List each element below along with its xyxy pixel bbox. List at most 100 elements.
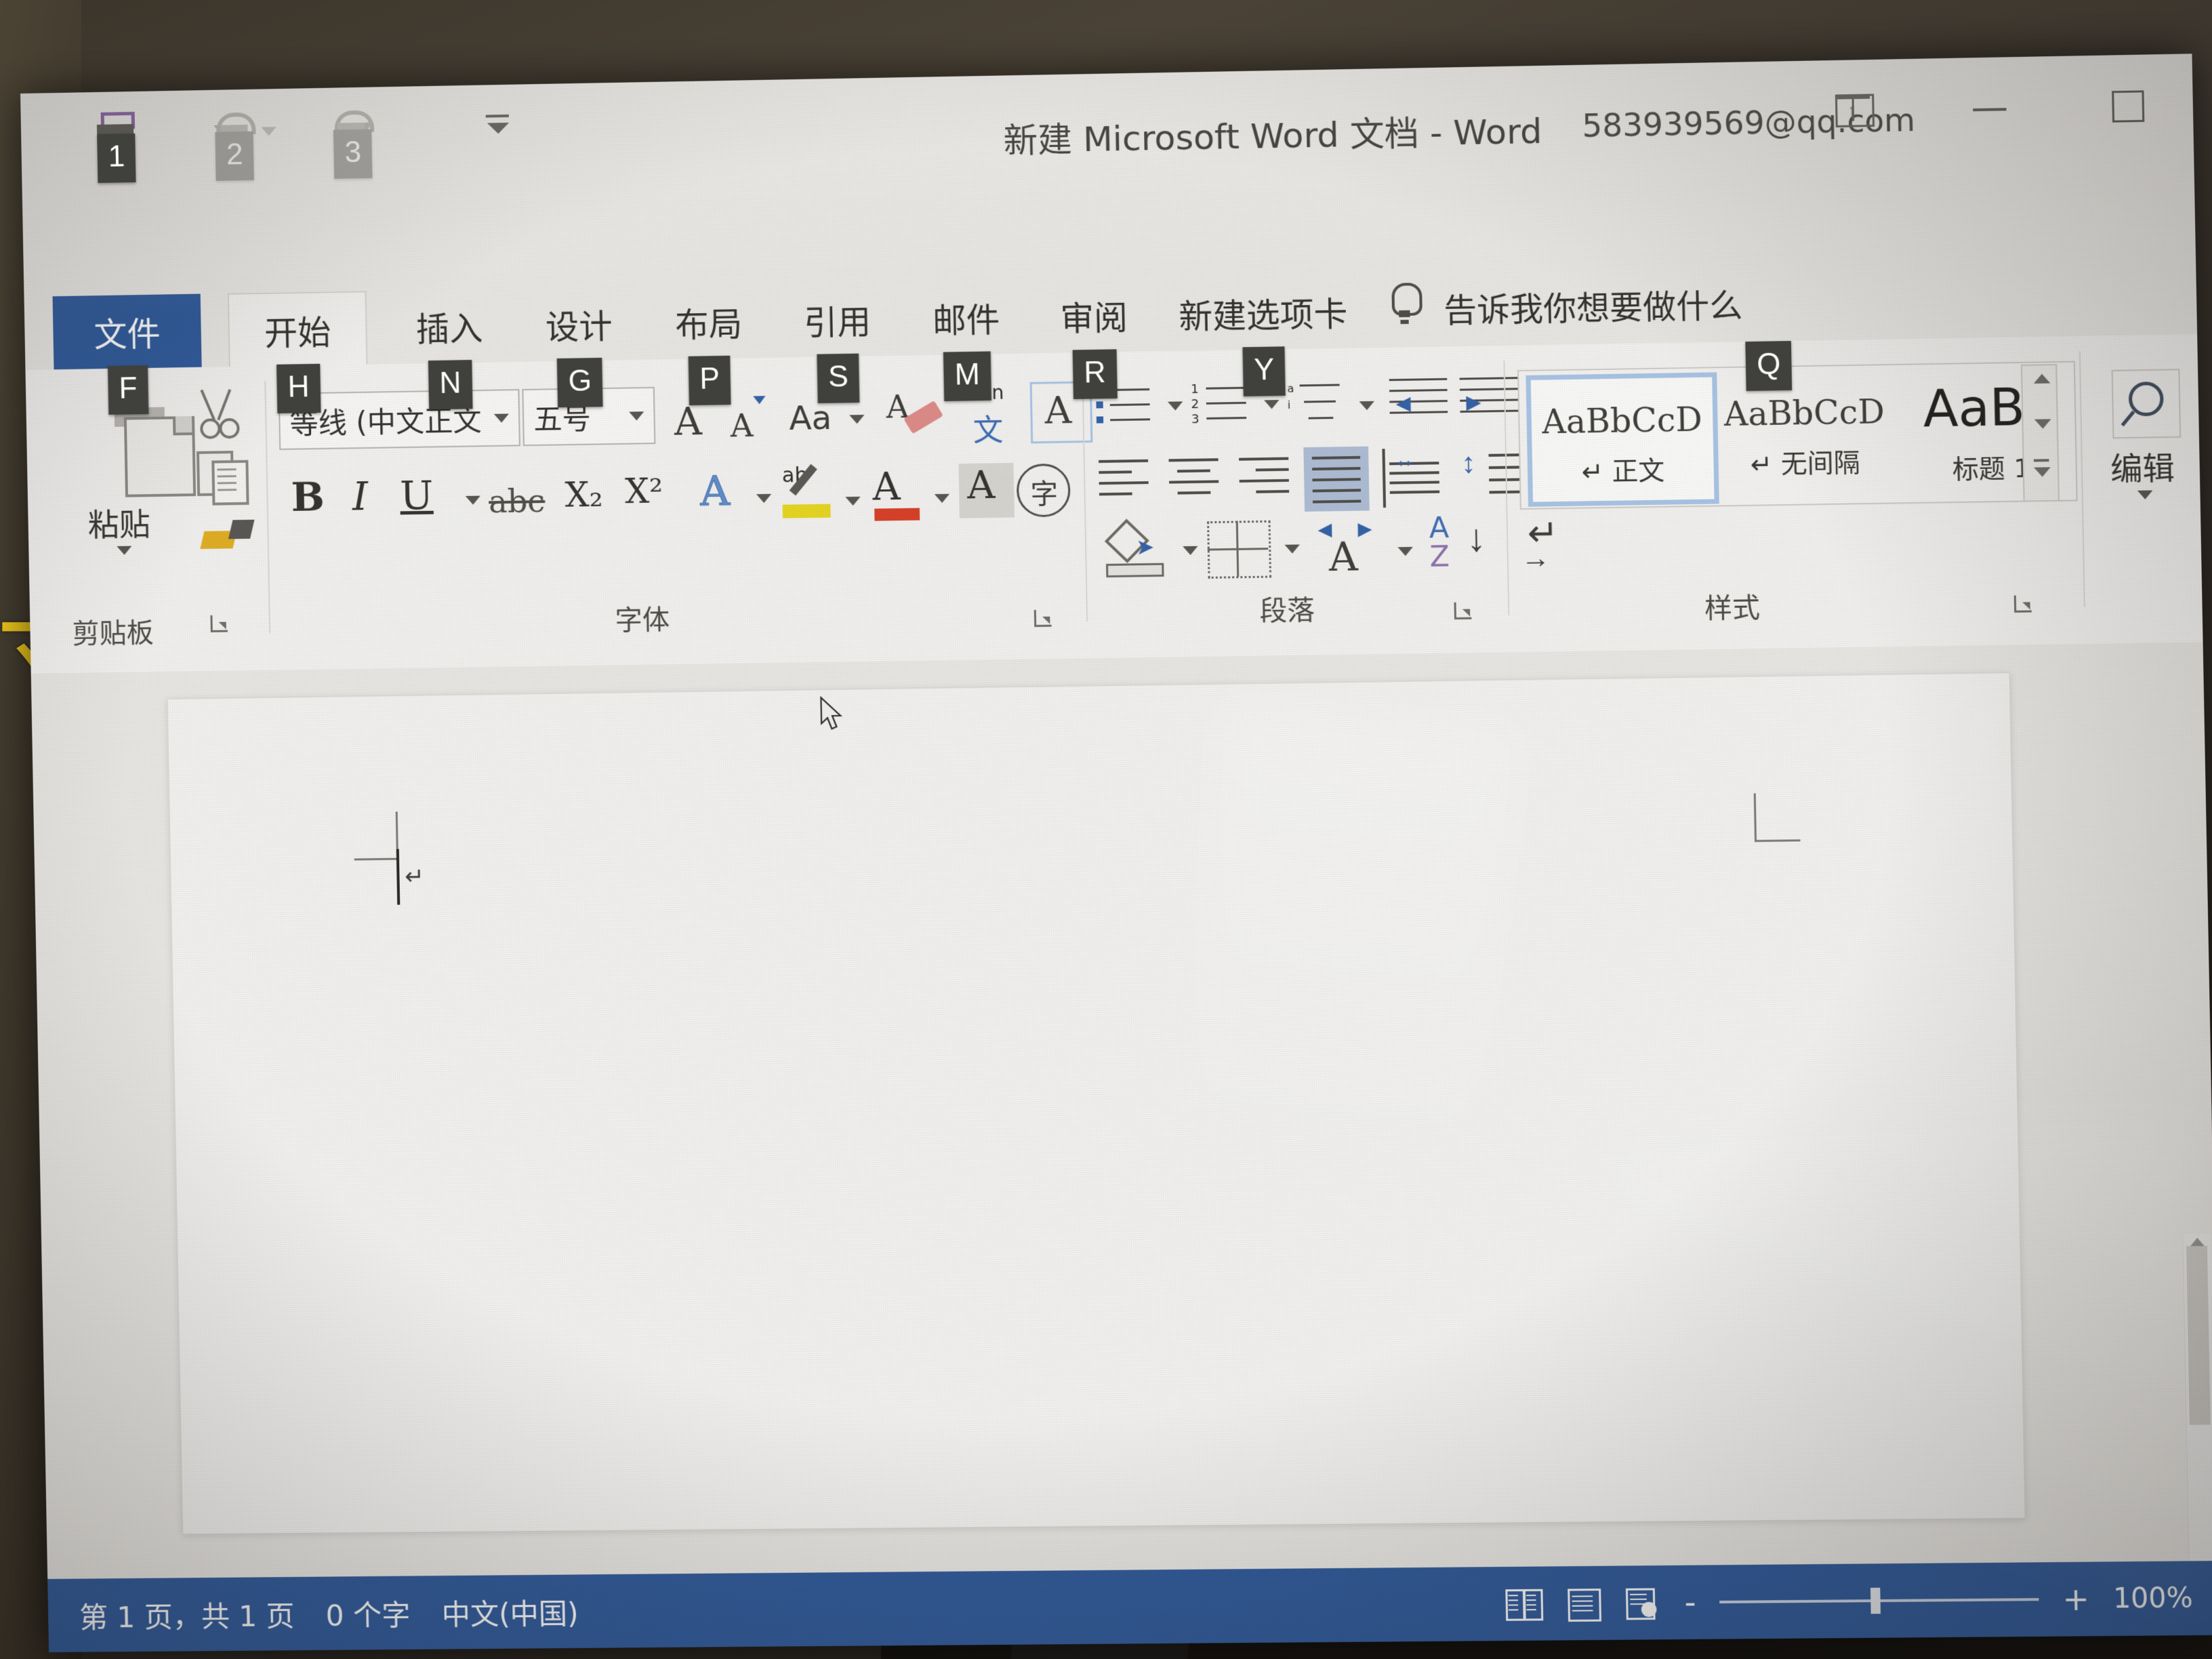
scroll-up-icon[interactable]	[2034, 373, 2051, 384]
line-spacing-icon[interactable]: ↕	[1461, 448, 1528, 506]
tab-home[interactable]: 开始 H	[228, 291, 368, 368]
tab-insert[interactable]: 插入 N	[384, 289, 515, 364]
styles-dialog-launcher[interactable]	[2011, 592, 2036, 616]
borders-icon[interactable]	[1207, 520, 1271, 579]
font-dialog-launcher[interactable]	[1031, 607, 1055, 631]
zoom-out-button[interactable]: -	[1684, 1586, 1696, 1618]
asian-layout-caret[interactable]	[1397, 547, 1413, 556]
align-left-icon[interactable]	[1099, 458, 1154, 507]
save-icon[interactable]: 1	[95, 109, 138, 155]
distribute-icon[interactable]: ↔	[1382, 448, 1445, 509]
document-page[interactable]: ↵	[167, 672, 2026, 1534]
clear-formatting-icon[interactable]: A	[886, 385, 951, 441]
zoom-slider[interactable]	[1719, 1598, 2039, 1603]
zoom-level[interactable]: 100%	[2113, 1582, 2193, 1615]
font-color-icon[interactable]: A	[872, 464, 928, 529]
show-formatting-marks-icon[interactable]: ↵ →	[1520, 514, 1583, 574]
scrollbar-up-arrow[interactable]	[2190, 1237, 2205, 1246]
minimize-icon[interactable]	[1970, 87, 2010, 127]
tab-review[interactable]: 审阅 R	[1028, 278, 1160, 354]
change-case-caret[interactable]	[849, 415, 864, 424]
word-count[interactable]: 0 个字	[325, 1592, 411, 1634]
tab-mailings[interactable]: 邮件 M	[901, 280, 1032, 356]
page-info[interactable]: 第 1 页，共 1 页	[79, 1593, 295, 1637]
scissors-icon[interactable]	[195, 386, 251, 441]
text-effects-icon[interactable]: A	[699, 467, 755, 523]
align-right-icon[interactable]	[1239, 455, 1295, 504]
justify-icon[interactable]	[1303, 447, 1369, 512]
copy-icon[interactable]	[197, 451, 259, 506]
customize-quick-access-toolbar-icon[interactable]	[477, 102, 520, 148]
styles-gallery: AaBbCcD ↵ 正文 AaBbCcD ↵ 无间隔 AaBb 标题 1	[1517, 361, 2078, 510]
shading-icon[interactable]: ➤	[1105, 525, 1168, 580]
group-label-clipboard: 剪贴板	[72, 611, 154, 651]
italic-button[interactable]: I	[352, 472, 394, 525]
subscript-label: X₂	[565, 474, 624, 515]
tab-file[interactable]: 文件 F	[52, 294, 201, 370]
paragraph-dialog-launcher[interactable]	[1451, 599, 1475, 623]
decrease-indent-icon[interactable]: ◄	[1389, 378, 1452, 427]
increase-indent-icon[interactable]: ►	[1460, 377, 1523, 426]
keytip-new-tab: Y	[1243, 346, 1286, 396]
bullets-caret[interactable]	[1168, 401, 1183, 410]
document-area[interactable]: ↵	[31, 642, 2212, 1541]
highlight-caret[interactable]	[845, 497, 860, 506]
underline-button[interactable]: U	[400, 472, 449, 524]
zoom-slider-thumb[interactable]	[1870, 1588, 1881, 1614]
align-center-icon[interactable]	[1169, 457, 1225, 506]
borders-caret[interactable]	[1285, 544, 1300, 553]
shading-caret[interactable]	[1183, 546, 1198, 555]
tab-layout[interactable]: 布局 P	[643, 284, 775, 360]
text-effects-caret[interactable]	[756, 494, 771, 503]
style-item-body[interactable]: AaBbCcD ↵ 正文	[1525, 372, 1719, 506]
keytip-review: R	[1073, 349, 1118, 399]
sort-az-icon[interactable]: A Z ↓	[1429, 512, 1506, 577]
superscript-button[interactable]: X²	[625, 471, 684, 520]
tab-references[interactable]: 引用 S	[772, 282, 903, 358]
tab-design[interactable]: 设计 G	[514, 286, 644, 362]
subscript-button[interactable]: X₂	[565, 474, 624, 523]
enclose-characters-icon[interactable]: 字	[1017, 464, 1071, 518]
keytip-home: H	[276, 364, 321, 413]
clipboard-dialog-launcher[interactable]	[207, 613, 231, 636]
undo-dropdown-caret[interactable]	[261, 127, 276, 136]
print-layout-icon[interactable]	[1565, 1587, 1602, 1619]
font-size-caret[interactable]	[629, 411, 644, 420]
redo-icon[interactable]: 3	[331, 105, 374, 150]
bold-button[interactable]: B	[291, 474, 340, 526]
character-shading-icon[interactable]: A	[958, 463, 1014, 518]
scroll-down-icon[interactable]	[2034, 419, 2051, 429]
language-indicator[interactable]: 中文(中国)	[441, 1591, 579, 1633]
read-mode-icon[interactable]	[1506, 1588, 1542, 1620]
style-mark-body: ↵	[1581, 456, 1603, 487]
format-painter-icon[interactable]	[198, 516, 260, 564]
tab-new-tab[interactable]: 新建选项卡 Y	[1149, 274, 1377, 351]
scrollbar-thumb[interactable]	[2186, 1246, 2211, 1425]
text-highlight-icon[interactable]: ab	[781, 463, 844, 529]
tell-me-label[interactable]: 告诉我你想要做什么	[1443, 279, 1743, 331]
multilevel-caret[interactable]	[1359, 401, 1375, 410]
editing-caret[interactable]	[2137, 490, 2153, 499]
strikethrough-button[interactable]: abc	[489, 483, 565, 525]
asian-layout-icon[interactable]: ◄ ► A	[1313, 517, 1391, 579]
web-layout-icon[interactable]	[1624, 1586, 1661, 1618]
zoom-in-button[interactable]: +	[2062, 1583, 2089, 1615]
font-name-caret[interactable]	[494, 413, 509, 422]
monitor-screen: 1 2 3 新建 Microsoft Word 文档 - Word 583939…	[20, 54, 2212, 1652]
maximize-icon[interactable]	[2106, 85, 2146, 124]
more-styles-icon[interactable]	[2034, 467, 2051, 477]
font-color-caret[interactable]	[935, 494, 950, 503]
style-item-no-spacing[interactable]: AaBbCcD ↵ 无间隔	[1713, 369, 1897, 494]
numbering-caret[interactable]	[1264, 400, 1279, 409]
keytip-mailings: M	[943, 351, 991, 401]
ribbon-display-options-icon[interactable]: ↑	[1834, 89, 1873, 129]
group-separator-1	[264, 381, 270, 634]
multilevel-list-icon[interactable]: ai	[1287, 380, 1357, 431]
paste-dropdown-caret[interactable]	[117, 546, 131, 555]
underline-caret[interactable]	[466, 496, 480, 505]
shrink-font-icon[interactable]: A	[727, 392, 776, 444]
style-mark-no-spacing: ↵	[1750, 449, 1772, 479]
group-label-paragraph: 段落	[1259, 588, 1315, 629]
editing-button[interactable]: 编辑	[2100, 365, 2180, 537]
undo-icon[interactable]: 2	[213, 107, 256, 152]
